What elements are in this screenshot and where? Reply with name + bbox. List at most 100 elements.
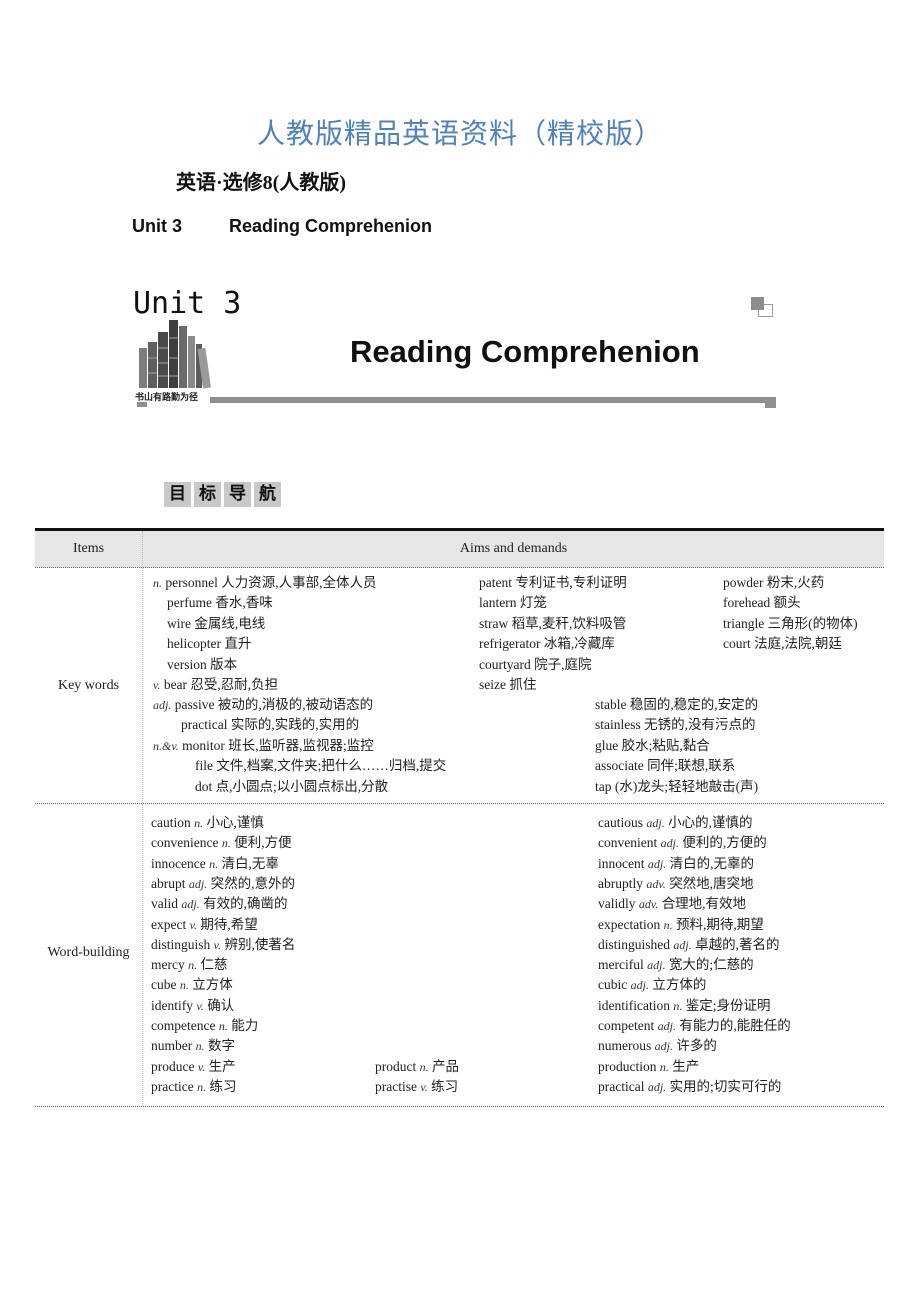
- entry-meaning: 点,小圆点;以小圆点标出,分散: [215, 778, 389, 794]
- word-building-entry: number n. 数字: [151, 1036, 235, 1056]
- entry-meaning: 便利的,方便的: [682, 835, 767, 851]
- row-label: Key words: [57, 678, 120, 693]
- entry-word: expect: [151, 916, 187, 932]
- entry-pos: v.: [196, 998, 204, 1013]
- vocab-entry: refrigerator 冰箱,冷藏库: [479, 634, 615, 654]
- entry-pos: n.: [179, 978, 189, 993]
- entry-word: cube: [151, 977, 177, 993]
- vocab-entry: straw 稻草,麦秆,饮料吸管: [479, 614, 626, 634]
- entry-word: mercy: [151, 957, 185, 973]
- vocab-entry: stable 稳固的,稳定的,安定的: [595, 695, 758, 715]
- entry-meaning: 人力资源,人事部,全体人员: [221, 575, 377, 590]
- entry-pos: adj.: [647, 1079, 667, 1094]
- vocab-entry: version 版本: [167, 655, 237, 675]
- entry-word: courtyard: [479, 656, 531, 672]
- vocab-entry: forehead 额头: [723, 593, 801, 613]
- word-building-entry: expectation n. 预料,期待,期望: [598, 915, 764, 935]
- entry-meaning: 香水,香味: [215, 595, 273, 611]
- word-building-entry: practise v. 练习: [375, 1077, 458, 1097]
- entry-meaning: 胶水;粘贴,黏合: [621, 737, 710, 753]
- banner-unit-label: Unit 3: [133, 286, 242, 321]
- word-building-entry: production n. 生产: [598, 1057, 699, 1077]
- vocab-entry: tap (水)龙头;轻轻地敲击(声): [595, 777, 758, 797]
- entry-meaning: 灯笼: [519, 595, 547, 611]
- entry-word: produce: [151, 1058, 195, 1074]
- vocab-entry: dot 点,小圆点;以小圆点标出,分散: [195, 777, 388, 797]
- entry-meaning: 生产: [672, 1058, 700, 1074]
- entry-meaning: 辨别,使著名: [224, 936, 296, 952]
- entry-meaning: 产品: [432, 1058, 459, 1074]
- table-row-key-words: Key words n. personnel 人力资源,人事部,全体人员 per…: [35, 568, 884, 804]
- word-building-entry: produce v. 生产: [151, 1057, 236, 1077]
- entry-pos: adj.: [630, 978, 649, 993]
- entry-word: monitor: [182, 737, 225, 753]
- entry-meaning: 版本: [210, 656, 238, 672]
- word-building-entry: convenient adj. 便利的,方便的: [598, 833, 767, 853]
- entry-meaning: 合理地,有效地: [661, 896, 747, 912]
- entry-word: straw: [479, 615, 509, 631]
- entry-pos: adj.: [188, 876, 208, 891]
- entry-word: bear: [163, 677, 188, 692]
- entry-meaning: 卓越的,著名的: [695, 936, 780, 952]
- entry-pos: v.: [153, 678, 161, 692]
- entry-meaning: 清白的,无辜的: [669, 855, 754, 871]
- entry-word: product: [375, 1058, 417, 1074]
- entry-meaning: 法庭,法院,朝廷: [754, 636, 842, 652]
- entry-meaning: 三角形(的物体): [767, 615, 858, 631]
- entry-meaning: 练习: [209, 1078, 237, 1094]
- entry-pos: adj.: [657, 1019, 676, 1033]
- word-building-entry: identification n. 鉴定;身份证明: [598, 996, 771, 1016]
- entry-meaning: 突然的,意外的: [210, 875, 295, 891]
- unit-heading-line: Unit 3 Reading Comprehenion: [132, 216, 432, 237]
- document-subtitle: 英语·选修8(人教版): [176, 172, 346, 194]
- entry-word: numerous: [598, 1038, 652, 1054]
- vocab-entry: stainless 无锈的,没有污点的: [595, 715, 756, 735]
- bookshelf-image: [139, 320, 211, 389]
- word-building-entry: caution n. 小心,谨慎: [151, 813, 264, 833]
- entry-word: seize: [479, 677, 506, 692]
- entry-meaning: 小心,谨慎: [206, 815, 264, 830]
- word-building-entry: identify v. 确认: [151, 996, 234, 1016]
- entry-meaning: 稻草,麦秆,饮料吸管: [511, 615, 627, 631]
- word-building-entry: numerous adj. 许多的: [598, 1036, 717, 1056]
- entry-word: forehead: [723, 595, 771, 611]
- entry-pos: adv.: [638, 897, 659, 912]
- entry-word: practise: [375, 1078, 417, 1094]
- section-label-char: 标: [194, 482, 221, 507]
- entry-word: lantern: [479, 595, 517, 611]
- entry-word: powder: [723, 575, 764, 590]
- vocab-entry: practical 实际的,实践的,实用的: [181, 715, 359, 735]
- entry-word: distinguish: [151, 936, 211, 952]
- entry-meaning: 粉末,火药: [766, 575, 825, 590]
- word-building-entry: practice n. 练习: [151, 1077, 236, 1097]
- document-main-title: 人教版精品英语资料（精校版）: [256, 117, 663, 150]
- entry-word: practical: [181, 717, 228, 733]
- entry-meaning: 生产: [208, 1058, 236, 1074]
- entry-word: production: [598, 1058, 657, 1074]
- entry-pos: n.: [209, 856, 219, 871]
- entry-pos: v.: [213, 937, 222, 952]
- entry-meaning: 稳固的,稳定的,安定的: [629, 697, 759, 712]
- entry-meaning: 实用的;切实可行的: [669, 1078, 782, 1094]
- vocab-entry: n.&v. monitor 班长,监听器,监视器;监控: [153, 736, 374, 756]
- entry-meaning: 鉴定;身份证明: [685, 997, 771, 1013]
- entry-word: competent: [598, 1018, 655, 1033]
- entry-pos: adj.: [647, 958, 666, 973]
- vocab-entry: glue 胶水;粘贴,黏合: [595, 736, 710, 756]
- banner-heading: Reading Comprehenion: [350, 334, 700, 369]
- word-building-entry: distinguished adj. 卓越的,著名的: [598, 935, 779, 955]
- vocab-entry: v. bear 忍受,忍耐,负担: [153, 675, 278, 695]
- entry-word: innocent: [598, 855, 645, 871]
- word-building-entry: validly adv. 合理地,有效地: [598, 894, 746, 914]
- entry-pos: n.: [673, 998, 683, 1013]
- entry-meaning: 便利,方便: [234, 835, 292, 851]
- entry-word: dot: [195, 778, 213, 794]
- entry-pos: adj.: [646, 816, 665, 830]
- entry-meaning: 清白,无辜: [221, 855, 279, 871]
- entry-meaning: 练习: [431, 1078, 459, 1094]
- word-building-entry: cubic adj. 立方体的: [598, 975, 706, 995]
- section-label-char: 导: [224, 482, 251, 507]
- entry-pos: v.: [420, 1079, 428, 1094]
- word-building-entry: innocent adj. 清白的,无辜的: [598, 854, 754, 874]
- entry-word: file: [195, 758, 213, 774]
